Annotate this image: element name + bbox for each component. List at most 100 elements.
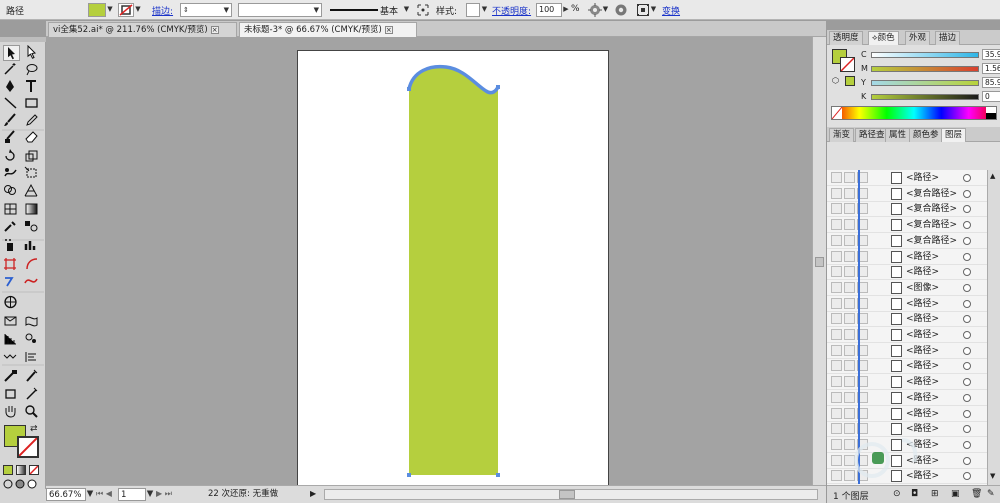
- chevron-down-icon[interactable]: ▼: [106, 3, 114, 17]
- channel-slider[interactable]: [871, 52, 979, 58]
- rectangle-tool-icon[interactable]: [24, 96, 41, 112]
- stroke-label-link[interactable]: 描边:: [152, 4, 173, 18]
- lock-toggle-icon[interactable]: [844, 376, 855, 387]
- wrench-icon[interactable]: ✎: [987, 489, 995, 499]
- lock-toggle-icon[interactable]: [844, 203, 855, 214]
- target-circle-icon[interactable]: [963, 190, 971, 198]
- gradient-tool-icon[interactable]: [24, 202, 41, 218]
- tab-gradient[interactable]: 渐变: [829, 128, 855, 142]
- warp-tool-icon[interactable]: [3, 166, 20, 182]
- visibility-toggle-icon[interactable]: [831, 188, 842, 199]
- visibility-toggle-icon[interactable]: [831, 298, 842, 309]
- direct-selection-tool-icon[interactable]: [24, 44, 41, 61]
- fill-color-swatch[interactable]: [88, 3, 106, 17]
- visibility-toggle-icon[interactable]: [831, 423, 842, 434]
- channel-value[interactable]: 35.94: [982, 49, 1000, 60]
- target-circle-icon[interactable]: [963, 347, 971, 355]
- spectrum-white[interactable]: [831, 106, 843, 120]
- selection-tool-icon[interactable]: [3, 45, 20, 61]
- layer-row[interactable]: <路径>: [827, 374, 1000, 390]
- width-tool-icon[interactable]: [3, 350, 20, 366]
- blend-tool-icon[interactable]: [24, 219, 41, 235]
- visibility-toggle-icon[interactable]: [831, 470, 842, 481]
- artboard-tool-icon[interactable]: [3, 257, 20, 273]
- chart-grid-tool-icon[interactable]: [3, 332, 20, 348]
- visibility-toggle-icon[interactable]: [831, 392, 842, 403]
- layer-row[interactable]: <图像>: [827, 280, 1000, 296]
- tab-layers[interactable]: 图层: [941, 128, 967, 142]
- tab-stroke[interactable]: 描边: [935, 31, 961, 45]
- channel-slider[interactable]: [871, 94, 979, 100]
- knife-tool-icon[interactable]: [3, 274, 20, 290]
- zoom-field[interactable]: 66.67%: [46, 488, 86, 501]
- swap-fill-stroke-icon[interactable]: ⇄: [30, 425, 40, 435]
- document-tab[interactable]: vi全集52.ai* @ 211.76% (CMYK/预览) ×: [48, 22, 237, 37]
- pan-hand-icon[interactable]: [3, 404, 20, 420]
- paintbrush-tool-icon[interactable]: [3, 113, 20, 129]
- blob-brush-tool-icon[interactable]: [3, 130, 20, 146]
- lock-toggle-icon[interactable]: [844, 188, 855, 199]
- lock-toggle-icon[interactable]: [844, 313, 855, 324]
- chevron-down-icon[interactable]: ▼: [134, 3, 142, 17]
- layer-row[interactable]: <路径>: [827, 390, 1000, 406]
- out-of-gamut-icon[interactable]: ⬡: [832, 76, 842, 86]
- layer-row[interactable]: <复合路径>: [827, 186, 1000, 202]
- chevron-right-icon[interactable]: ▶: [562, 3, 570, 17]
- align-icon[interactable]: [416, 3, 430, 17]
- chevron-down-icon[interactable]: ▼: [402, 3, 411, 17]
- vertical-scrollbar[interactable]: [812, 37, 826, 485]
- live-paint-selection-icon[interactable]: [24, 369, 41, 385]
- scatter-graph-tool-icon[interactable]: [24, 332, 41, 348]
- layer-row[interactable]: <路径>: [827, 327, 1000, 343]
- new-layer-icon[interactable]: ▣: [951, 489, 960, 499]
- tab-transparency[interactable]: 透明度: [829, 31, 863, 45]
- chevron-down-icon[interactable]: ▼: [86, 488, 94, 501]
- lock-toggle-icon[interactable]: [844, 408, 855, 419]
- visibility-toggle-icon[interactable]: [831, 408, 842, 419]
- tab-attributes[interactable]: 属性: [885, 128, 911, 142]
- free-transform-tool-icon[interactable]: [24, 166, 41, 182]
- lock-toggle-icon[interactable]: [844, 219, 855, 230]
- channel-slider[interactable]: [871, 66, 979, 72]
- pencil-tool-icon[interactable]: [24, 113, 41, 129]
- lock-toggle-icon[interactable]: [844, 282, 855, 293]
- gradient-mode-icon[interactable]: [16, 465, 26, 475]
- anchor-point[interactable]: [496, 85, 500, 89]
- target-circle-icon[interactable]: [963, 315, 971, 323]
- rotate-tool-icon[interactable]: [3, 149, 20, 165]
- envelope-distort-icon[interactable]: [24, 314, 41, 330]
- crop-area-tool-icon[interactable]: [3, 387, 20, 403]
- lock-toggle-icon[interactable]: [844, 266, 855, 277]
- target-circle-icon[interactable]: [963, 268, 971, 276]
- next-page-icon[interactable]: ▶ ⏭: [156, 488, 176, 501]
- artboard[interactable]: [297, 50, 609, 490]
- visibility-toggle-icon[interactable]: [831, 219, 842, 230]
- zoom-tool-icon[interactable]: [24, 404, 41, 420]
- visibility-toggle-icon[interactable]: [831, 455, 842, 466]
- target-circle-icon[interactable]: [963, 362, 971, 370]
- magic-wand-tool-icon[interactable]: [3, 62, 20, 78]
- spectrum-black-chip[interactable]: [986, 113, 996, 119]
- visibility-toggle-icon[interactable]: [831, 345, 842, 356]
- tab-appearance[interactable]: 外观: [905, 31, 931, 45]
- channel-slider[interactable]: [871, 80, 979, 86]
- mesh-tool-icon[interactable]: [3, 202, 20, 218]
- first-page-icon[interactable]: ⏮ ◀: [96, 488, 116, 501]
- layer-row[interactable]: <路径>: [827, 296, 1000, 312]
- visibility-toggle-icon[interactable]: [831, 313, 842, 324]
- new-sublayer-icon[interactable]: ⊞: [931, 489, 939, 499]
- type-tool-icon[interactable]: [24, 79, 41, 95]
- layer-row[interactable]: <路径>: [827, 343, 1000, 359]
- channel-value[interactable]: 85.94: [982, 77, 1000, 88]
- stroke-swatch[interactable]: [17, 436, 39, 458]
- align-tool-icon[interactable]: [24, 350, 41, 366]
- target-circle-icon[interactable]: [963, 410, 971, 418]
- variable-width-profile[interactable]: ▼: [238, 3, 322, 17]
- canvas-area[interactable]: [46, 37, 812, 490]
- tab-color-guide[interactable]: 颜色参: [909, 128, 943, 142]
- target-circle-icon[interactable]: [963, 174, 971, 182]
- document-tab-active[interactable]: 未标题-3* @ 66.67% (CMYK/预览) ×: [239, 22, 417, 37]
- visibility-toggle-icon[interactable]: [831, 439, 842, 450]
- trash-icon[interactable]: 🗑: [971, 489, 982, 499]
- tab-color[interactable]: ⟡颜色: [868, 31, 899, 45]
